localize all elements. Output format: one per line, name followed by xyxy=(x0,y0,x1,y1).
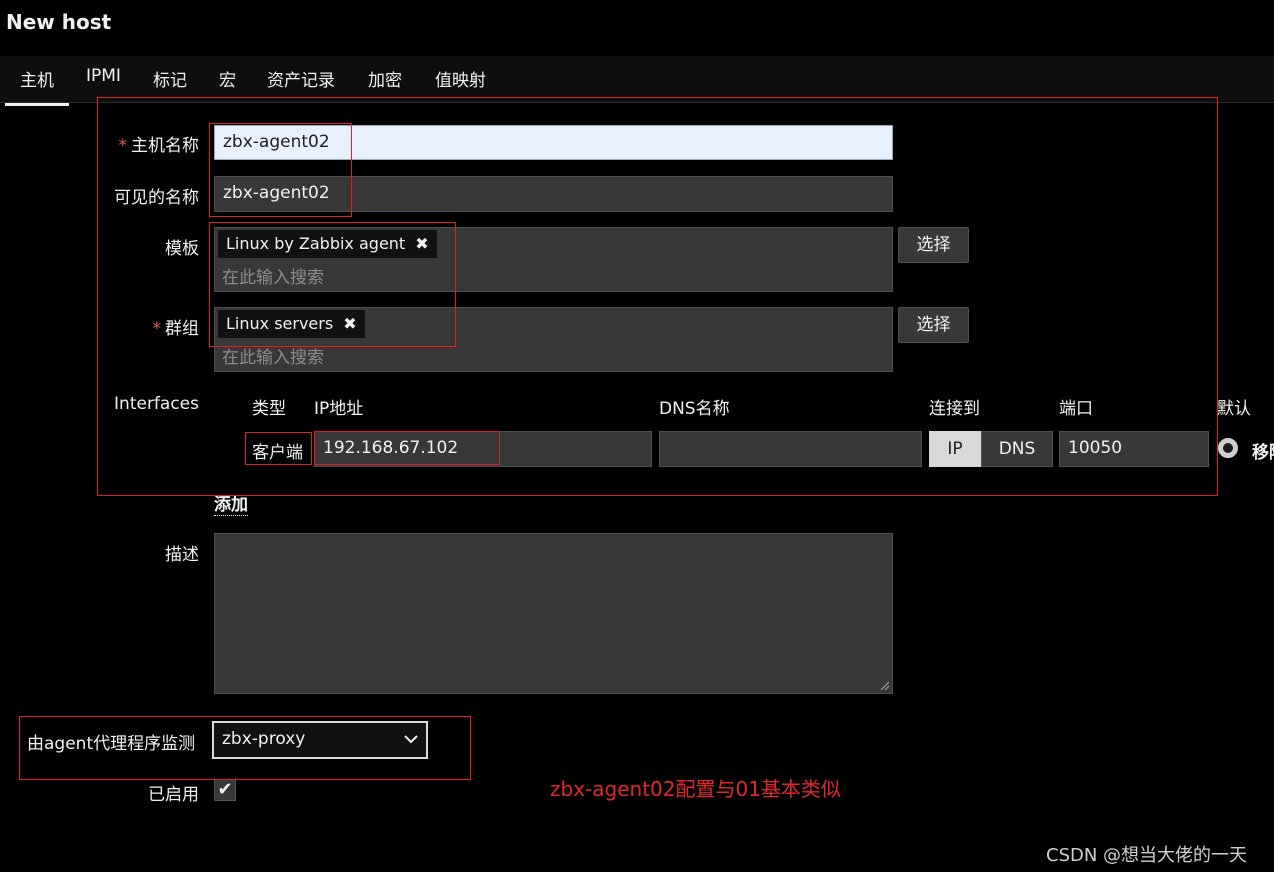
interface-type-agent: 客户端 xyxy=(252,443,303,463)
interface-dns-header: DNS名称 xyxy=(659,399,730,419)
templates-select-button[interactable]: 选择 xyxy=(898,227,969,263)
page-title: New host xyxy=(6,10,112,34)
tab-ipmi[interactable]: IPMI xyxy=(86,66,121,86)
annotation-note: zbx-agent02配置与01基本类似 xyxy=(550,777,841,801)
tab-host[interactable]: 主机 xyxy=(5,66,69,106)
proxy-select-value: zbx-proxy xyxy=(222,729,306,749)
interface-port-header: 端口 xyxy=(1059,399,1093,419)
remove-icon[interactable]: ✖ xyxy=(343,314,356,333)
connect-dns-button[interactable]: DNS xyxy=(981,431,1053,467)
enabled-checkbox[interactable]: ✔ xyxy=(214,779,236,801)
proxy-select[interactable]: zbx-proxy xyxy=(212,721,428,759)
host-name-input[interactable]: zbx-agent02 xyxy=(214,125,893,160)
interface-connect-header: 连接到 xyxy=(929,399,980,419)
groups-select-button[interactable]: 选择 xyxy=(898,307,969,343)
enabled-label: 已启用 xyxy=(148,785,199,805)
tab-bar: 主机 IPMI 标记 宏 资产记录 加密 值映射 xyxy=(0,56,1274,106)
interfaces-label: Interfaces xyxy=(114,394,199,414)
interface-ip-header: IP地址 xyxy=(314,399,364,419)
interface-default-header: 默认 xyxy=(1217,399,1251,419)
templates-label: 模板 xyxy=(165,239,199,259)
resize-handle-icon[interactable] xyxy=(880,681,890,691)
tab-encryption[interactable]: 加密 xyxy=(368,66,402,91)
interface-port-input[interactable]: 10050 xyxy=(1059,431,1209,467)
description-textarea[interactable] xyxy=(214,533,893,694)
interface-ip-input[interactable]: 192.168.67.102 xyxy=(314,431,652,467)
default-interface-radio[interactable] xyxy=(1218,438,1238,458)
visible-name-label: 可见的名称 xyxy=(114,188,199,208)
tab-inventory[interactable]: 资产记录 xyxy=(267,66,335,91)
connect-ip-button[interactable]: IP xyxy=(929,431,981,467)
remove-icon[interactable]: ✖ xyxy=(415,234,428,253)
group-tag: Linux servers ✖ xyxy=(218,310,365,338)
add-interface-link[interactable]: 添加 xyxy=(214,490,248,516)
tab-tags[interactable]: 标记 xyxy=(153,66,187,91)
description-label: 描述 xyxy=(165,545,199,565)
visible-name-input[interactable]: zbx-agent02 xyxy=(214,176,893,212)
groups-search-placeholder[interactable]: 在此输入搜索 xyxy=(222,343,324,368)
tab-macros[interactable]: 宏 xyxy=(219,66,236,91)
interface-remove-link[interactable]: 移除 xyxy=(1252,438,1274,463)
groups-label: * 群组 xyxy=(152,319,200,339)
template-tag: Linux by Zabbix agent ✖ xyxy=(218,230,437,258)
proxy-label: 由agent代理程序监测 xyxy=(27,734,196,754)
required-mark: * xyxy=(152,319,162,339)
chevron-down-icon xyxy=(404,735,418,744)
interface-dns-input[interactable] xyxy=(659,431,922,467)
interface-type-header: 类型 xyxy=(252,399,286,419)
host-name-label: * 主机名称 xyxy=(118,136,200,156)
templates-search-placeholder[interactable]: 在此输入搜索 xyxy=(222,263,324,288)
required-mark: * xyxy=(118,136,128,156)
tab-value-mapping[interactable]: 值映射 xyxy=(435,66,486,91)
watermark: CSDN @想当大佬的一天 xyxy=(1046,845,1248,866)
